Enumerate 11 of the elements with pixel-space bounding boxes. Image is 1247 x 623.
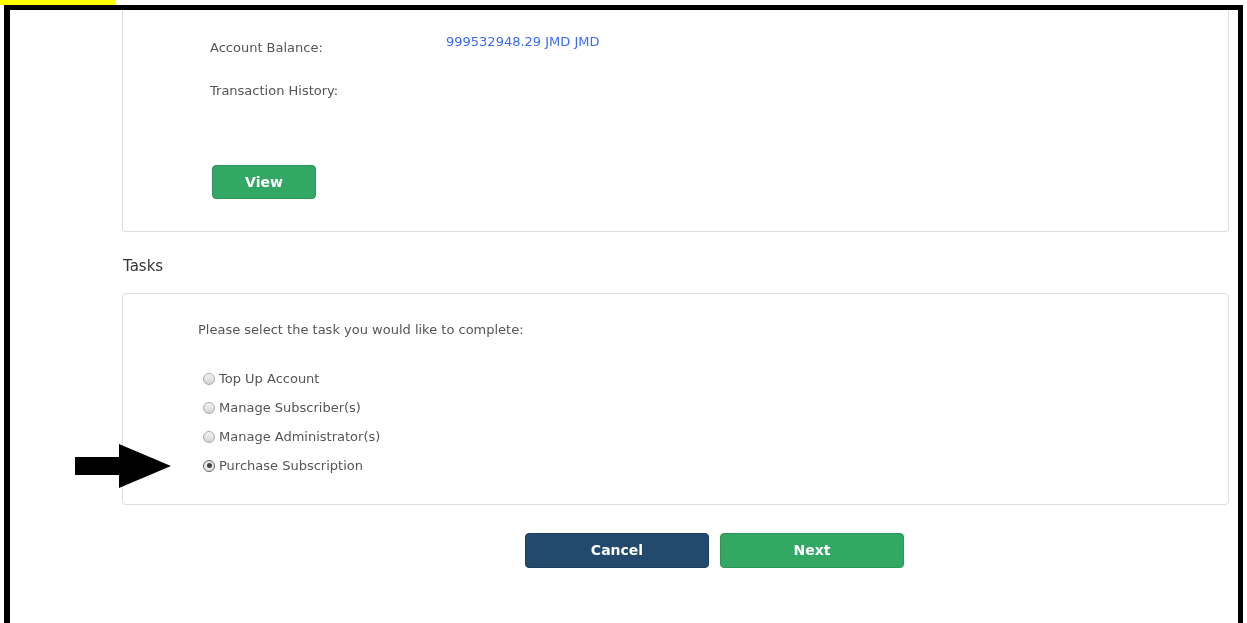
balance-value: 999532948.29 JMD JMD — [446, 33, 600, 51]
task-prompt: Please select the task you would like to complete: — [198, 321, 525, 339]
task-radio[interactable]: Top Up Account — [203, 369, 320, 388]
field-label: Account Balance: — [210, 39, 324, 57]
cancel-button[interactable]: Cancel — [525, 533, 709, 568]
task-radio[interactable]: Purchase Subscription — [203, 456, 363, 475]
task-radio[interactable]: Manage Subscriber(s) — [203, 398, 361, 417]
field-label: Transaction History: — [210, 81, 340, 100]
arrow-icon — [75, 444, 171, 488]
section-heading: Tasks — [123, 256, 165, 275]
task-radio[interactable]: Manage Administrator(s) — [203, 427, 381, 446]
